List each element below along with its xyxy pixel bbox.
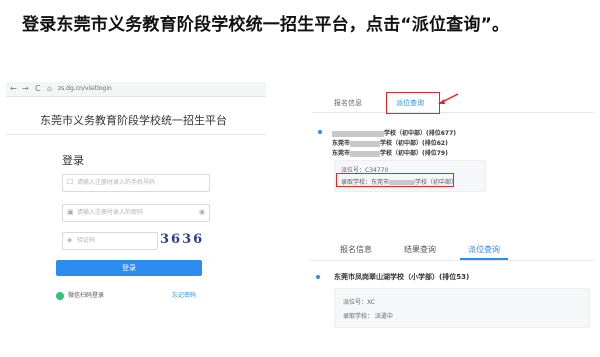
user-icon: ☐ <box>67 178 74 186</box>
panel-b-tabs: 报名信息 结果查询 派位查询 <box>310 230 594 261</box>
tab-result-query[interactable]: 结果查询 <box>404 244 436 255</box>
redacted-text <box>350 140 381 147</box>
shield-icon: ◈ <box>67 236 73 244</box>
captcha-field[interactable]: ◈ 验证码 <box>62 232 158 250</box>
wechat-login-label: 微信扫码登录 <box>68 292 105 299</box>
redacted-text <box>332 130 384 137</box>
wechat-icon <box>56 291 64 300</box>
captcha-image[interactable]: 3636 <box>160 232 204 247</box>
login-button[interactable]: 登录 <box>56 260 202 276</box>
redacted-text <box>350 150 381 157</box>
login-form: 登录 ☐ 请输入注册时录入的手机号码 ▣ 请输入注册时录入的密码 ◉ ◈ 验证码 <box>6 82 266 348</box>
tab-assignment-query[interactable]: 派位查询 <box>468 244 500 255</box>
choice-2-text: 学校（初中部）(排位62) <box>380 140 448 147</box>
phone-placeholder: 请输入注册时录入的手机号码 <box>77 179 156 186</box>
eye-icon[interactable]: ◉ <box>199 208 205 217</box>
bullet-icon <box>316 275 320 279</box>
forgot-password-link[interactable]: 忘记密码 <box>172 290 196 299</box>
active-tab-indicator <box>460 258 508 260</box>
choice-1-text: 学校（初中部）(排位677) <box>384 130 457 137</box>
choice-2: 东莞市 学校（初中部）(排位62) <box>332 138 448 147</box>
assignment-number: 派位号：XC <box>343 299 375 306</box>
choice-3-prefix: 东莞市 <box>332 150 351 157</box>
highlight-box-tab <box>386 92 440 114</box>
password-placeholder: 请输入注册时录入的密码 <box>77 209 144 216</box>
choice-2-prefix: 东莞市 <box>332 140 351 147</box>
choice-3-text: 学校（初中部）(排位79) <box>380 150 448 157</box>
choice-1: 学校（初中部）(排位677) <box>332 128 456 137</box>
assignment-panel: 报名信息 结果查询 派位查询 东莞市凤岗翠山湖学校（小学部）(排位53) 派位号… <box>310 230 594 348</box>
lock-icon: ▣ <box>67 208 74 216</box>
phone-field[interactable]: ☐ 请输入注册时录入的手机号码 <box>62 174 210 192</box>
arrow-icon <box>438 93 459 104</box>
result-card: 派位号：XC 录取学校： 派遣中 <box>334 288 590 328</box>
captcha-placeholder: 验证码 <box>77 237 96 244</box>
admission-status: 录取学校： 派遣中 <box>343 313 393 320</box>
choice-3: 东莞市 学校（初中部）(排位79) <box>332 148 448 157</box>
instruction-heading: 登录东莞市义务教育阶段学校统一招生平台，点击“派位查询”。 <box>22 15 510 35</box>
assignment-panel-annotated: 报名信息 派位查询 学校（初中部）(排位677) 东莞市 学校（初中部）(排位62… <box>312 86 594 200</box>
assigned-school: 东莞市凤岗翠山湖学校（小学部）(排位53) <box>334 273 470 281</box>
tab-registration-info[interactable]: 报名信息 <box>334 98 362 108</box>
highlight-box-school <box>336 173 454 187</box>
wechat-login-link[interactable]: 微信扫码登录 <box>56 290 104 300</box>
tab-registration-info[interactable]: 报名信息 <box>340 244 372 255</box>
password-field[interactable]: ▣ 请输入注册时录入的密码 ◉ <box>62 204 210 222</box>
login-title: 登录 <box>62 154 84 167</box>
bullet-icon <box>318 130 322 134</box>
